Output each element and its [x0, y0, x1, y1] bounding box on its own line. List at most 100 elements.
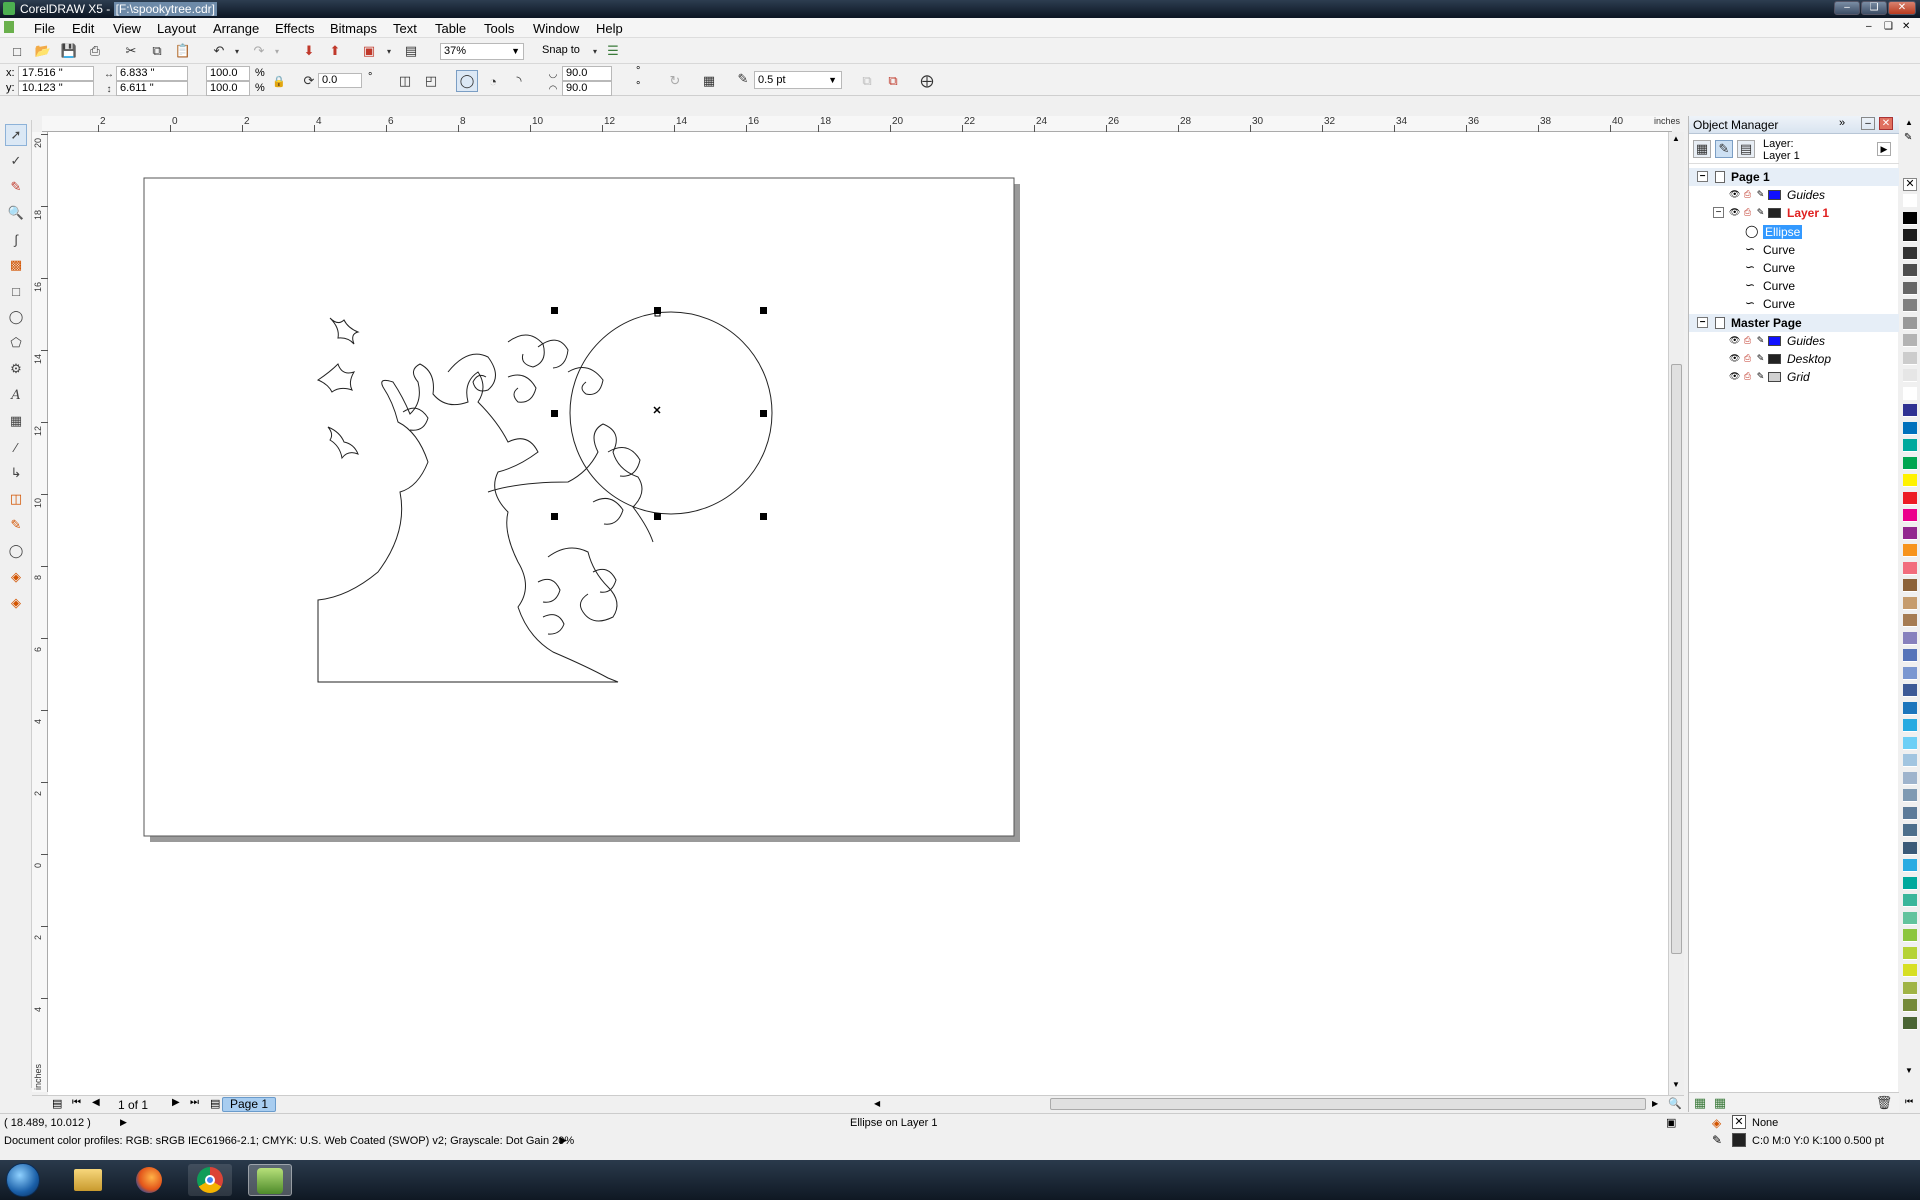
restore-button[interactable]: ❑ — [1861, 1, 1887, 15]
options-icon[interactable]: ☰ — [604, 42, 622, 60]
shape-tool-icon[interactable]: ✓ — [5, 150, 27, 172]
snap-settings-icon[interactable]: ▣ — [1666, 1116, 1676, 1129]
minimize-button[interactable]: – — [1834, 1, 1860, 15]
edit-across-layers-icon[interactable]: ✎ — [1715, 140, 1733, 158]
color-swatch[interactable] — [1903, 824, 1917, 837]
welcome-screen-icon[interactable]: ▤ — [402, 42, 420, 60]
application-launcher-icon[interactable]: ▣ — [360, 42, 378, 60]
rotation-field[interactable]: 0.0 — [318, 73, 362, 88]
color-swatch[interactable] — [1903, 894, 1917, 907]
ellipse-tool-icon[interactable]: ◯ — [5, 306, 27, 328]
color-swatch[interactable] — [1903, 701, 1917, 715]
docker-menu-icon[interactable]: ▶ — [1877, 142, 1891, 156]
scale-x-field[interactable]: 100.0 — [206, 66, 250, 81]
color-swatch[interactable] — [1903, 439, 1917, 452]
menu-bitmaps[interactable]: Bitmaps — [330, 21, 377, 36]
color-swatch[interactable] — [1903, 789, 1917, 802]
layer-color-swatch[interactable] — [1768, 190, 1781, 201]
object-width-field[interactable]: 6.833 " — [116, 66, 188, 81]
visible-eye-icon[interactable]: 👁 — [1729, 371, 1740, 382]
drawing-canvas[interactable] — [48, 132, 1672, 1095]
color-swatch[interactable] — [1903, 334, 1917, 347]
color-swatch[interactable] — [1903, 596, 1917, 610]
menu-view[interactable]: View — [113, 21, 141, 36]
layer-manager-view-icon[interactable]: ▤ — [1737, 140, 1755, 158]
vertical-ruler[interactable]: inches 20 18 16 14 12 10 8 6 4 2 0 2 4 — [32, 132, 48, 1092]
color-swatch[interactable] — [1903, 649, 1917, 662]
pick-tool-icon[interactable]: ➚ — [5, 124, 27, 146]
snap-dropdown-icon[interactable]: ▾ — [586, 42, 604, 60]
visible-eye-icon[interactable]: 👁 — [1729, 189, 1740, 200]
menu-text[interactable]: Text — [393, 21, 417, 36]
zoom-tool-icon[interactable]: 🔍 — [5, 202, 27, 224]
add-page-after-icon[interactable]: ▤ — [210, 1097, 220, 1110]
x-position-field[interactable]: 17.516 " — [18, 66, 94, 81]
eyedropper-tool-icon[interactable]: ✎ — [5, 514, 27, 536]
horizontal-ruler[interactable]: inches 2 0 2 4 6 8 10 12 14 16 18 20 22 24 26 28 30 32 34 3… — [42, 116, 1680, 132]
tree-object-row[interactable]: ◯ Ellipse — [1689, 223, 1899, 241]
visible-eye-icon[interactable]: 👁 — [1729, 207, 1740, 218]
close-button[interactable]: ✕ — [1888, 1, 1916, 15]
color-swatch[interactable] — [1903, 911, 1917, 925]
paste-icon[interactable]: 📋 — [174, 42, 192, 60]
color-swatch[interactable] — [1903, 421, 1917, 435]
add-page-before-icon[interactable]: ▤ — [52, 1097, 62, 1110]
direction-icon[interactable]: ↻ — [666, 72, 684, 90]
editable-pencil-icon[interactable]: ✎ — [1755, 353, 1766, 364]
lock-ratio-icon[interactable]: 🔒 — [270, 72, 288, 90]
launcher-dropdown-icon[interactable]: ▾ — [380, 42, 398, 60]
tree-object-row[interactable]: ∽ Curve — [1689, 277, 1899, 295]
color-swatch[interactable] — [1903, 981, 1917, 995]
vertical-scrollbar[interactable]: ▲ ▼ — [1668, 132, 1684, 1095]
editable-pencil-icon[interactable]: ✎ — [1755, 371, 1766, 382]
menu-file[interactable]: File — [34, 21, 55, 36]
color-swatch[interactable] — [1903, 841, 1917, 855]
color-swatch[interactable] — [1903, 544, 1917, 557]
printable-icon[interactable]: ⎙ — [1742, 353, 1753, 364]
editable-pencil-icon[interactable]: ✎ — [1755, 189, 1766, 200]
color-swatch[interactable] — [1903, 631, 1917, 645]
color-swatch[interactable] — [1903, 369, 1917, 382]
tree-page-row[interactable]: − Master Page — [1689, 313, 1899, 332]
menu-tools[interactable]: Tools — [484, 21, 514, 36]
color-swatch[interactable] — [1903, 264, 1917, 277]
color-swatch[interactable] — [1903, 964, 1917, 977]
tree-object-row[interactable]: ∽ Curve — [1689, 259, 1899, 277]
last-page-icon[interactable]: ⏭ — [190, 1097, 199, 1108]
color-swatch[interactable] — [1903, 456, 1917, 470]
end-angle-field[interactable]: 90.0 — [562, 81, 612, 96]
scroll-right-icon[interactable]: ▶ — [1652, 1099, 1658, 1108]
undo-dropdown-icon[interactable]: ▾ — [228, 42, 246, 60]
undo-icon[interactable]: ↶ — [210, 42, 228, 60]
color-swatch[interactable] — [1903, 386, 1917, 400]
color-swatch[interactable] — [1903, 491, 1917, 505]
mirror-vertical-icon[interactable]: ◰ — [422, 72, 440, 90]
palette-scroll-down-icon[interactable]: ▼ — [1905, 1066, 1913, 1075]
visible-eye-icon[interactable]: 👁 — [1729, 353, 1740, 364]
explorer-taskbar-button[interactable] — [66, 1164, 110, 1196]
color-swatch[interactable] — [1903, 281, 1917, 295]
to-back-icon[interactable]: ⧉ — [884, 72, 902, 90]
tree-page-row[interactable]: − Page 1 — [1689, 168, 1899, 186]
tree-layer-row[interactable]: 👁 ⎙ ✎ Guides — [1689, 186, 1899, 204]
color-swatch[interactable] — [1903, 859, 1917, 872]
y-position-field[interactable]: 10.123 " — [18, 81, 94, 96]
chrome-taskbar-button[interactable] — [188, 1164, 232, 1196]
menu-layout[interactable]: Layout — [157, 21, 196, 36]
collapse-icon[interactable]: − — [1697, 316, 1708, 328]
tree-layer-row[interactable]: 👁 ⎙ ✎ Grid — [1689, 368, 1899, 386]
freehand-tool-icon[interactable]: ∫ — [5, 228, 27, 250]
print-icon[interactable]: ⎙ — [86, 42, 104, 60]
to-front-icon[interactable]: ⧉ — [858, 72, 876, 90]
smart-fill-tool-icon[interactable]: ▩ — [5, 254, 27, 276]
doc-close-button[interactable]: ✕ — [1902, 21, 1910, 32]
color-swatch[interactable] — [1903, 946, 1917, 960]
zoom-level-select[interactable]: 37% ▼ — [440, 43, 524, 60]
save-icon[interactable]: 💾 — [60, 42, 78, 60]
copy-icon[interactable]: ⧉ — [148, 42, 166, 60]
doc-restore-button[interactable]: ❑ — [1884, 21, 1893, 32]
color-swatch[interactable] — [1903, 806, 1917, 820]
next-page-icon[interactable]: ▶ — [172, 1097, 180, 1108]
coreldraw-taskbar-button[interactable] — [248, 1164, 292, 1196]
table-tool-icon[interactable]: ▦ — [5, 410, 27, 432]
